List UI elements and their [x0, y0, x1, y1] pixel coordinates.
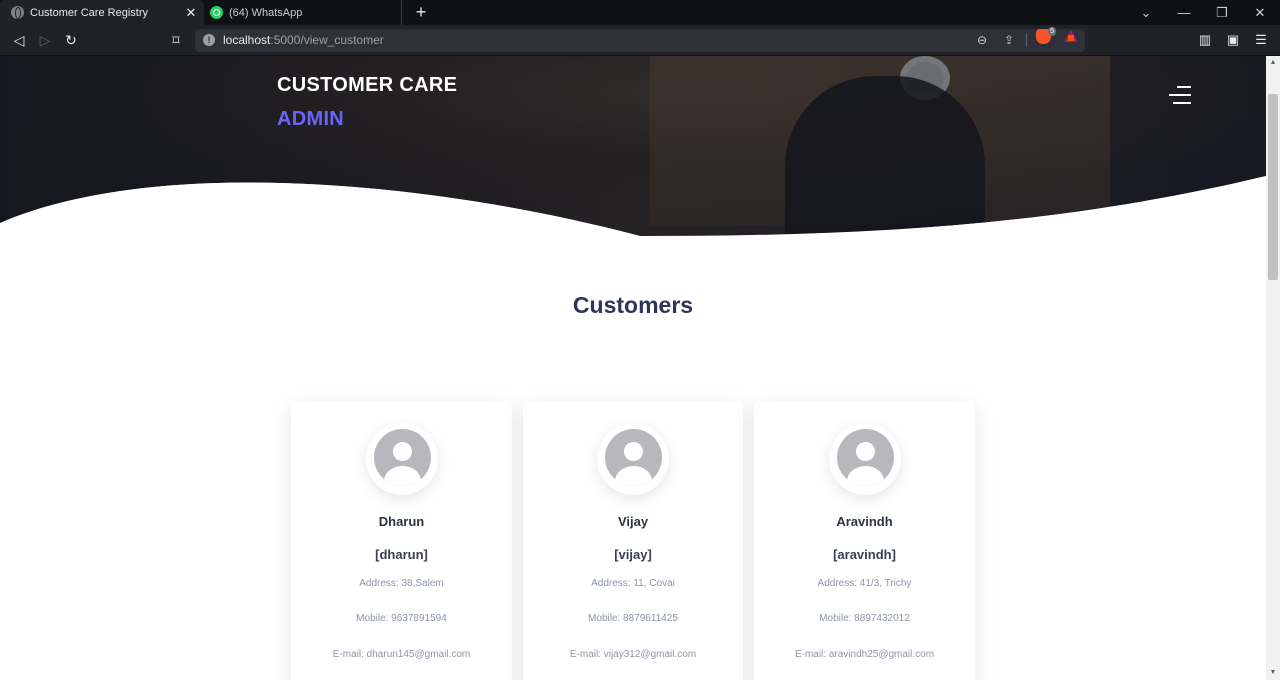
- hamburger-menu-icon[interactable]: [1167, 86, 1191, 106]
- hero-wave: [0, 176, 1266, 236]
- user-avatar-icon: [837, 429, 894, 486]
- brave-rewards-icon[interactable]: [1064, 30, 1078, 42]
- tab-title: (64) WhatsApp: [229, 6, 303, 19]
- sidebar-icon[interactable]: ▥: [1195, 30, 1215, 50]
- brand-role: ADMIN: [277, 108, 345, 130]
- page-viewport: CUSTOMER CARE ADMIN Customers Dharun [dh…: [0, 56, 1266, 680]
- customer-email: E-mail: vijay312@gmail.com: [569, 649, 697, 660]
- zoom-icon[interactable]: ⊖: [973, 31, 991, 50]
- address-bar[interactable]: ! localhost:5000/view_customer ⊖ ⇪: [195, 29, 1085, 52]
- avatar: [597, 423, 669, 495]
- customer-card: Dharun [dharun] Address: 38,Salem Mobile…: [291, 401, 512, 680]
- user-avatar-icon: [605, 429, 662, 486]
- customer-name: Dharun: [378, 514, 425, 529]
- bookmark-icon[interactable]: ⌑: [165, 30, 187, 50]
- close-tab-icon[interactable]: ✕: [183, 5, 199, 21]
- customer-mobile: Mobile: 8897432012: [819, 613, 910, 624]
- wallet-icon[interactable]: ▣: [1223, 30, 1243, 50]
- avatar: [829, 423, 901, 495]
- vertical-scrollbar[interactable]: ▲ ▼: [1266, 56, 1280, 680]
- customer-mobile: Mobile: 9637891594: [356, 613, 447, 624]
- customer-address: Address: 11, Covai: [591, 578, 675, 589]
- scroll-down-arrow-icon[interactable]: ▼: [1266, 666, 1280, 680]
- forward-button[interactable]: ▷: [34, 30, 56, 50]
- site-info-icon[interactable]: !: [203, 34, 215, 46]
- tab-search-chevron-icon[interactable]: ⌄: [1127, 0, 1165, 25]
- shields-count-badge: 5: [1048, 27, 1056, 36]
- menu-icon[interactable]: ☰: [1251, 30, 1271, 50]
- maximize-button[interactable]: ❐: [1203, 0, 1241, 25]
- minimize-button[interactable]: —: [1165, 0, 1203, 25]
- customer-address: Address: 41/3, Trichy: [817, 578, 912, 589]
- tab-customer-care-registry[interactable]: Customer Care Registry ✕: [0, 0, 204, 25]
- customer-email: E-mail: aravindh25@gmail.com: [794, 649, 935, 660]
- globe-icon: [11, 6, 24, 19]
- new-tab-button[interactable]: +: [412, 1, 430, 23]
- customer-name: Aravindh: [836, 514, 893, 529]
- tab-title: Customer Care Registry: [30, 6, 148, 19]
- customer-email: E-mail: dharun145@gmail.com: [332, 649, 471, 660]
- reload-button[interactable]: ↻: [60, 30, 82, 50]
- customer-mobile: Mobile: 8879611425: [588, 613, 678, 624]
- close-window-button[interactable]: ✕: [1241, 0, 1279, 25]
- customer-card: Vijay [vijay] Address: 11, Covai Mobile:…: [523, 401, 743, 680]
- whatsapp-icon: [210, 6, 223, 19]
- page-title: Customers: [572, 292, 694, 318]
- user-avatar-icon: [374, 429, 431, 486]
- browser-toolbar: ◁ ▷ ↻ ⌑ ! localhost:5000/view_customer ⊖…: [0, 25, 1280, 56]
- divider: [1026, 33, 1027, 47]
- hero-banner: CUSTOMER CARE ADMIN: [0, 56, 1266, 236]
- brave-shields-icon[interactable]: 5: [1036, 27, 1056, 44]
- tab-strip: Customer Care Registry ✕ (64) WhatsApp +…: [0, 0, 1280, 25]
- back-button[interactable]: ◁: [8, 30, 30, 50]
- customer-username: [aravindh]: [833, 547, 896, 562]
- url-text[interactable]: localhost:5000/view_customer: [223, 33, 384, 47]
- avatar: [366, 423, 438, 495]
- share-icon[interactable]: ⇪: [1000, 31, 1018, 50]
- customer-address: Address: 38,Salem: [359, 578, 444, 589]
- customer-card: Aravindh [aravindh] Address: 41/3, Trich…: [754, 401, 975, 680]
- customer-name: Vijay: [617, 514, 649, 529]
- scroll-up-arrow-icon[interactable]: ▲: [1266, 56, 1280, 70]
- customer-username: [vijay]: [614, 547, 652, 562]
- brand-title[interactable]: CUSTOMER CARE: [277, 74, 457, 97]
- scrollbar-thumb[interactable]: [1268, 94, 1278, 280]
- tab-whatsapp[interactable]: (64) WhatsApp: [204, 0, 402, 25]
- customer-username: [dharun]: [375, 547, 428, 562]
